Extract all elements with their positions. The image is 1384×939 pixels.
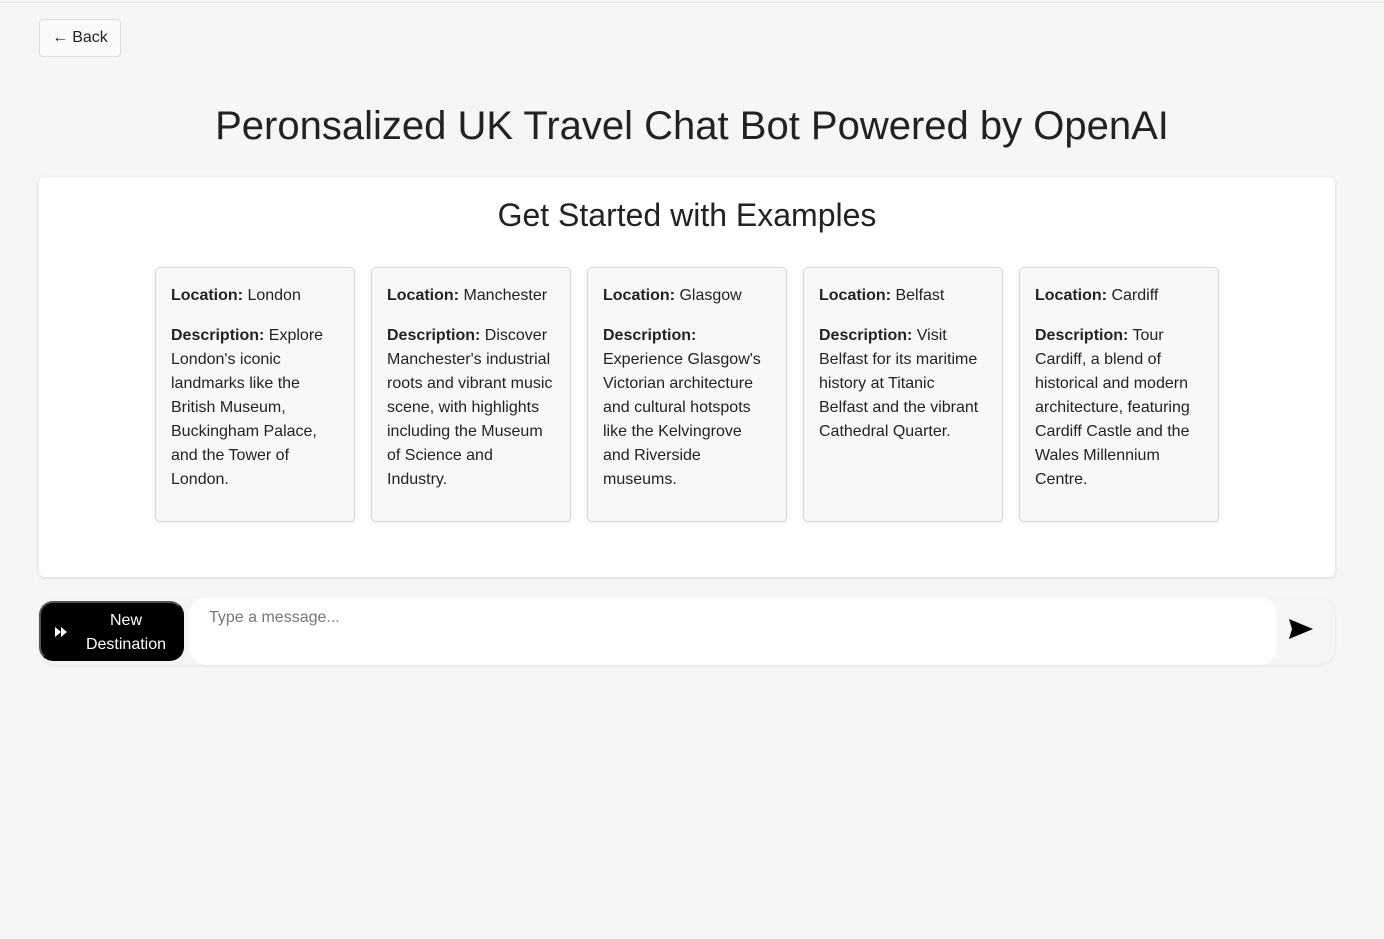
- message-input[interactable]: [189, 597, 1277, 665]
- example-card-cardiff[interactable]: Location: Cardiff Description: Tour Card…: [1019, 267, 1219, 522]
- example-card-manchester[interactable]: Location: Manchester Description: Discov…: [371, 267, 571, 522]
- location-value: Glasgow: [679, 287, 742, 304]
- examples-panel: Get Started with Examples Location: Lond…: [39, 177, 1335, 577]
- example-card-london[interactable]: Location: London Description: Explore Lo…: [155, 267, 355, 522]
- description-value: Discover Manchester's industrial roots a…: [387, 327, 553, 488]
- location-label: Location:: [171, 287, 243, 304]
- location-label: Location:: [819, 287, 891, 304]
- location-value: Cardiff: [1111, 287, 1159, 304]
- description-label: Description:: [603, 327, 697, 344]
- back-button-label: Back: [72, 29, 108, 46]
- card-description: Description: Discover Manchester's indus…: [387, 324, 555, 492]
- location-value: Belfast: [895, 287, 945, 304]
- chat-input-bar: New Destination: [39, 597, 1335, 665]
- description-label: Description:: [1035, 327, 1129, 344]
- card-description: Description: Tour Cardiff, a blend of hi…: [1035, 324, 1203, 492]
- description-value: Tour Cardiff, a blend of historical and …: [1035, 327, 1190, 488]
- card-description: Description: Visit Belfast for its marit…: [819, 324, 987, 444]
- examples-title: Get Started with Examples: [497, 197, 877, 233]
- location-label: Location:: [1035, 287, 1107, 304]
- card-description: Description: Experience Glasgow's Victor…: [603, 324, 771, 492]
- description-value: Experience Glasgow's Victorian architect…: [603, 351, 761, 488]
- location-value: Manchester: [463, 287, 548, 304]
- location-label: Location:: [387, 287, 459, 304]
- new-destination-label: New Destination: [85, 612, 167, 653]
- description-label: Description:: [171, 327, 265, 344]
- back-button[interactable]: ← Back: [39, 19, 121, 57]
- fast-forward-icon: [55, 627, 67, 637]
- card-description: Description: Explore London's iconic lan…: [171, 324, 339, 492]
- card-location: Location: Glasgow: [603, 284, 771, 308]
- card-location: Location: London: [171, 284, 339, 308]
- location-value: London: [247, 287, 301, 304]
- top-divider: [0, 2, 1384, 3]
- location-label: Location:: [603, 287, 675, 304]
- description-value: Explore London's iconic landmarks like t…: [171, 327, 324, 488]
- card-location: Location: Belfast: [819, 284, 987, 308]
- example-card-belfast[interactable]: Location: Belfast Description: Visit Bel…: [803, 267, 1003, 522]
- card-location: Location: Manchester: [387, 284, 555, 308]
- arrow-left-icon: ←: [52, 29, 69, 46]
- example-card-glasgow[interactable]: Location: Glasgow Description: Experienc…: [587, 267, 787, 522]
- description-label: Description:: [819, 327, 913, 344]
- send-icon[interactable]: [1287, 617, 1315, 641]
- page-title: Peronsalized UK Travel Chat Bot Powered …: [215, 104, 1169, 148]
- card-location: Location: Cardiff: [1035, 284, 1203, 308]
- new-destination-button[interactable]: New Destination: [39, 601, 184, 661]
- description-label: Description:: [387, 327, 481, 344]
